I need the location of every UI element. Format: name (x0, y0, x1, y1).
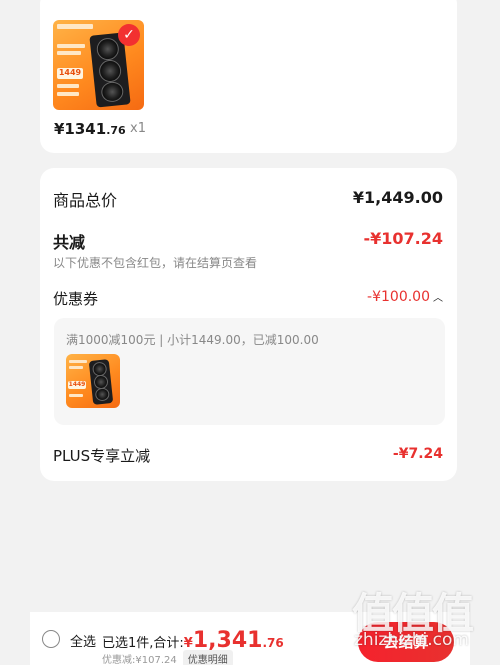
graphics-card-image (88, 359, 114, 405)
thumbnail-text-strip (69, 360, 87, 363)
product-quantity: x1 (130, 121, 146, 136)
check-icon: ✓ (118, 24, 140, 46)
thumbnail-text-strip (69, 366, 83, 369)
gpu-fan (100, 80, 125, 103)
thumbnail-text-strip (57, 44, 85, 48)
discount-summary: 优惠减:¥107.24 优惠明细 (102, 650, 233, 665)
coupon-product-thumbnail: 1449 (66, 354, 120, 408)
selected-count-text: 已选1件,合计: (102, 636, 184, 651)
coupon-label: 优惠券 (53, 290, 99, 308)
plus-discount-label: PLUS专享立减 (53, 447, 151, 465)
product-thumbnail[interactable]: 1449 ✓ (53, 20, 144, 110)
product-price: ¥1341.76 (54, 120, 126, 138)
thumbnail-price-tag: 1449 (68, 381, 86, 389)
thumbnail-price-tag: 1449 (57, 68, 83, 79)
chevron-up-icon: ︿ (433, 293, 443, 304)
total-reduced-label: 共减 (53, 233, 86, 252)
thumbnail-brand-strip (57, 24, 93, 29)
select-all-radio[interactable] (42, 630, 60, 648)
thumbnail-text-strip (57, 51, 81, 55)
discount-detail-button[interactable]: 优惠明细 (182, 650, 233, 665)
reduced-note: 以下优惠不包含红包，请在结算页查看 (53, 256, 258, 270)
product-price-integer: ¥1341 (54, 120, 107, 138)
total-reduced-value: -¥107.24 (363, 229, 443, 248)
total-decimal: .76 (262, 636, 284, 650)
select-all-label[interactable]: 全选 (70, 631, 96, 650)
goods-total-value: ¥1,449.00 (352, 188, 443, 207)
thumbnail-text-strip (69, 394, 83, 397)
coupon-detail-box: 满1000减100元 | 小计1449.00，已减100.00 1449 (54, 318, 445, 425)
discount-amount: 优惠减:¥107.24 (102, 655, 177, 665)
gpu-fan (95, 37, 120, 62)
goods-total-label: 商品总价 (53, 191, 118, 210)
coupon-value: -¥100.00 (367, 289, 430, 305)
checkout-button[interactable]: 去结算 (358, 622, 454, 662)
gpu-fan (98, 58, 123, 84)
total-currency: ¥ (183, 636, 193, 651)
coupon-toggle[interactable]: -¥100.00 ︿ (367, 289, 443, 305)
coupon-rule-text: 满1000减100元 | 小计1449.00，已减100.00 (66, 333, 319, 347)
gpu-fan (94, 387, 110, 402)
product-price-decimal: .76 (106, 124, 126, 137)
thumbnail-text-strip (57, 92, 79, 96)
thumbnail-text-strip (57, 84, 79, 88)
plus-discount-value: -¥7.24 (392, 446, 443, 462)
